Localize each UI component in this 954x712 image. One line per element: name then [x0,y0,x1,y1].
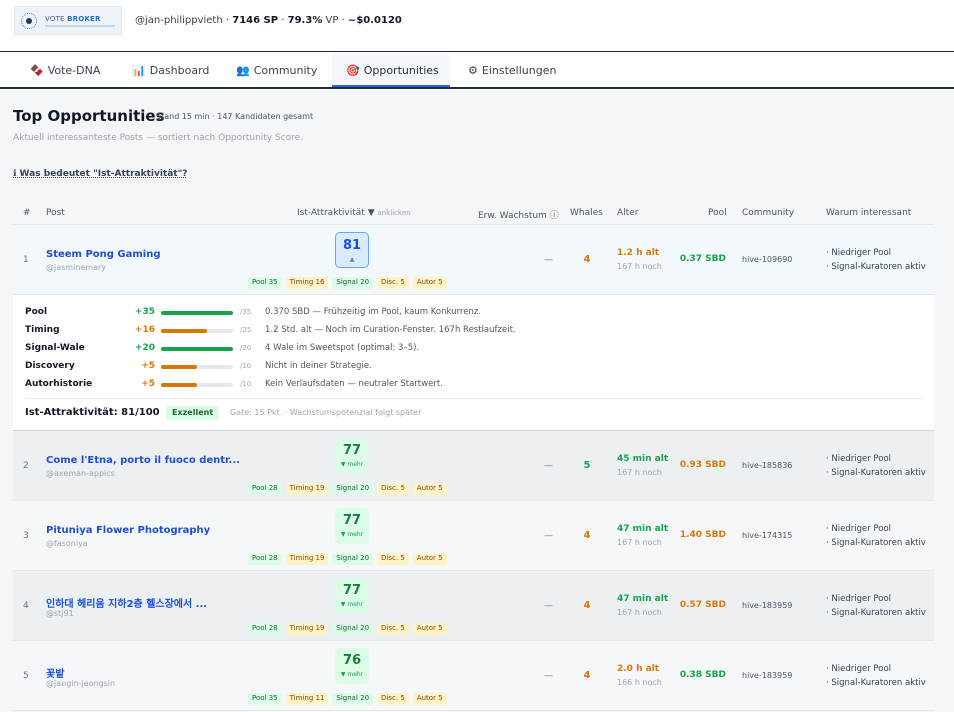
post-author[interactable]: @stj91 [46,609,74,618]
col-score-sort[interactable]: Ist-Attraktivität ▼ anklicken [297,208,411,218]
opportunities-page: Top Opportunities Stand 15 min · 147 Kan… [0,90,954,712]
gear-icon: ⚙ [468,64,478,77]
account-summary: @jan-philippvieth · 7146 SP · 79.3% VP ·… [135,15,402,26]
expand-more-icon: ▼ mehr [340,461,364,468]
pill-timing: Timing 16 [285,277,329,289]
detail-row-pool: Pool +35 /35 0.370 SBD — Frühzeitig im P… [25,307,481,317]
col-post: Post [46,208,65,218]
reason-2: · Signal-Kuratoren aktiv [826,262,926,272]
page-subtitle: Aktuell interessanteste Posts — sortiert… [13,133,304,143]
target-icon: 🎯 [346,64,360,77]
pill-pool: Pool 35 [248,277,282,289]
steem-power: 7146 SP [232,15,279,26]
post-title-link[interactable]: 인하대 헤리움 지하2층 헬스장에서 ... [46,595,207,610]
post-title-link[interactable]: 꽃밭 [46,665,64,680]
score-toggle[interactable]: 77 ▼ mehr [335,508,369,544]
pill-author: Autor 5 [412,277,447,289]
table-row[interactable]: 4 인하대 헤리움 지하2층 헬스장에서 ... @stj91 77 ▼ meh… [13,571,934,641]
table-row[interactable]: 5 꽃밭 @jangin-jeongsin 76 ▼ mehr Pool 35 T… [13,641,934,711]
progress-bar [161,347,233,351]
vote-value: ~$0.0120 [347,15,402,26]
pill-discovery: Disc. 5 [377,277,409,289]
logo-dot-icon [26,18,32,24]
post-author[interactable]: @axeman-appics [46,469,115,478]
vote-broker-logo[interactable]: VOTE BROKER [14,6,122,35]
score-detail-panel: Pool +35 /35 0.370 SBD — Frühzeitig im P… [13,295,934,431]
progress-bar [161,329,233,333]
progress-bar [161,383,233,387]
reason-1: · Niedriger Pool [826,248,892,258]
users-icon: 👥 [236,64,250,77]
col-why: Warum interessant [826,208,912,218]
expand-more-icon: ▼ mehr [340,601,364,608]
post-title-link[interactable]: Pituniya Flower Photography [46,525,210,536]
score-toggle[interactable]: 77 ▼ mehr [335,578,369,614]
whales-count: 4 [583,254,591,265]
expand-more-icon: ▼ mehr [340,671,364,678]
score-toggle[interactable]: 76 ▼ mehr [335,648,369,684]
detail-row-discovery: Discovery +5 /10 Nicht in deiner Strateg… [25,361,372,371]
score-breakdown-pills: Pool 28 Timing 19 Signal 20 Disc. 5 Autor 5 [248,622,451,635]
tab-vote-dna[interactable]: 🍫 Vote-DNA [16,53,114,87]
main-tabs: 🍫 Vote-DNA 📊 Dashboard 👥 Community 🎯 Opportu… [0,53,954,89]
row-rank: 1 [23,255,29,265]
progress-bar [161,365,233,369]
col-pool: Pool [708,208,727,218]
post-author[interactable]: @jasminemary [46,263,106,272]
username: @jan-philippvieth [135,15,223,26]
tab-community[interactable]: 👥 Community [222,53,331,87]
detail-row-author: Autorhistorie +5 /10 Kein Verlaufsdaten … [25,379,443,389]
page-title: Top Opportunities [13,107,165,125]
col-growth[interactable]: Erw. Wachstum ⓘ [478,208,559,221]
app-header: VOTE BROKER @jan-philippvieth · 7146 SP … [0,0,954,52]
growth-value: — [544,255,553,265]
tab-opportunities[interactable]: 🎯 Opportunities [332,53,450,87]
tab-dashboard[interactable]: 📊 Dashboard [118,53,223,87]
collapse-caret-icon: ▲ [349,256,355,263]
table-row[interactable]: 1 Steem Pong Gaming @jasminemary 81 ▲ Po… [13,225,934,295]
logo-text: VOTE BROKER [45,15,101,23]
score-breakdown-pills: Pool 28 Timing 19 Signal 20 Disc. 5 Autor 5 [248,482,451,495]
rating-badge: Exzellent [166,406,220,420]
detail-row-timing: Timing +16 /25 1.2 Std. alt — Noch im Cu… [25,325,516,335]
pool-value: 0.37 SBD [679,254,726,264]
voting-power: 79.3% [287,15,323,26]
pill-signal: Signal 20 [332,277,374,289]
tab-einstellungen[interactable]: ⚙ Einstellungen [454,53,570,87]
bar-chart-icon: 📊 [132,64,146,77]
table-row[interactable]: 3 Pituniya Flower Photography @fasoniya … [13,501,934,571]
col-whales: Whales [570,208,603,218]
col-community: Community [742,208,795,218]
detail-row-signal: Signal-Wale +20 /20 4 Wale im Sweetspot … [25,343,420,353]
progress-bar [161,311,233,315]
score-breakdown-pills: Pool 35 Timing 11 Signal 20 Disc. 5 Autor 5 [248,692,451,705]
page-meta: Stand 15 min · 147 Kandidaten gesamt [156,112,314,121]
score-breakdown-pills: Pool 28 Timing 19 Signal 20 Disc. 5 Autor 5 [248,552,451,565]
logo-tagline-line [45,25,115,27]
detail-total: Ist-Attraktivität: 81/100 [25,407,160,418]
community-id: hive-109690 [742,255,793,264]
chocolate-icon: 🍫 [30,64,44,77]
gate-note: Gate: 15 Pkt. · Wachstumspotenzial folgt… [230,408,422,417]
table-row[interactable]: 2 Come l'Etna, porto il fuoco dentr... @… [13,431,934,501]
table-header: # Post Ist-Attraktivität ▼ anklicken Erw… [13,208,934,225]
post-title-link[interactable]: Steem Pong Gaming [46,249,161,260]
divider [25,398,922,399]
score-value: 81 [342,238,362,253]
attractiveness-info-toggle[interactable]: ℹ Was bedeutet "Ist-Attraktivität"? [13,169,188,179]
col-rank: # [23,208,31,218]
score-breakdown-pills: Pool 35 Timing 16 Signal 20 Disc. 5 Autor 5 [248,276,451,289]
post-title-link[interactable]: Come l'Etna, porto il fuoco dentr... [46,455,240,466]
expand-more-icon: ▼ mehr [340,531,364,538]
score-toggle[interactable]: 77 ▼ mehr [335,438,369,474]
post-author[interactable]: @fasoniya [46,539,88,548]
col-age: Alter [617,208,639,218]
post-author[interactable]: @jangin-jeongsin [46,679,115,688]
score-toggle[interactable]: 81 ▲ [335,232,369,268]
